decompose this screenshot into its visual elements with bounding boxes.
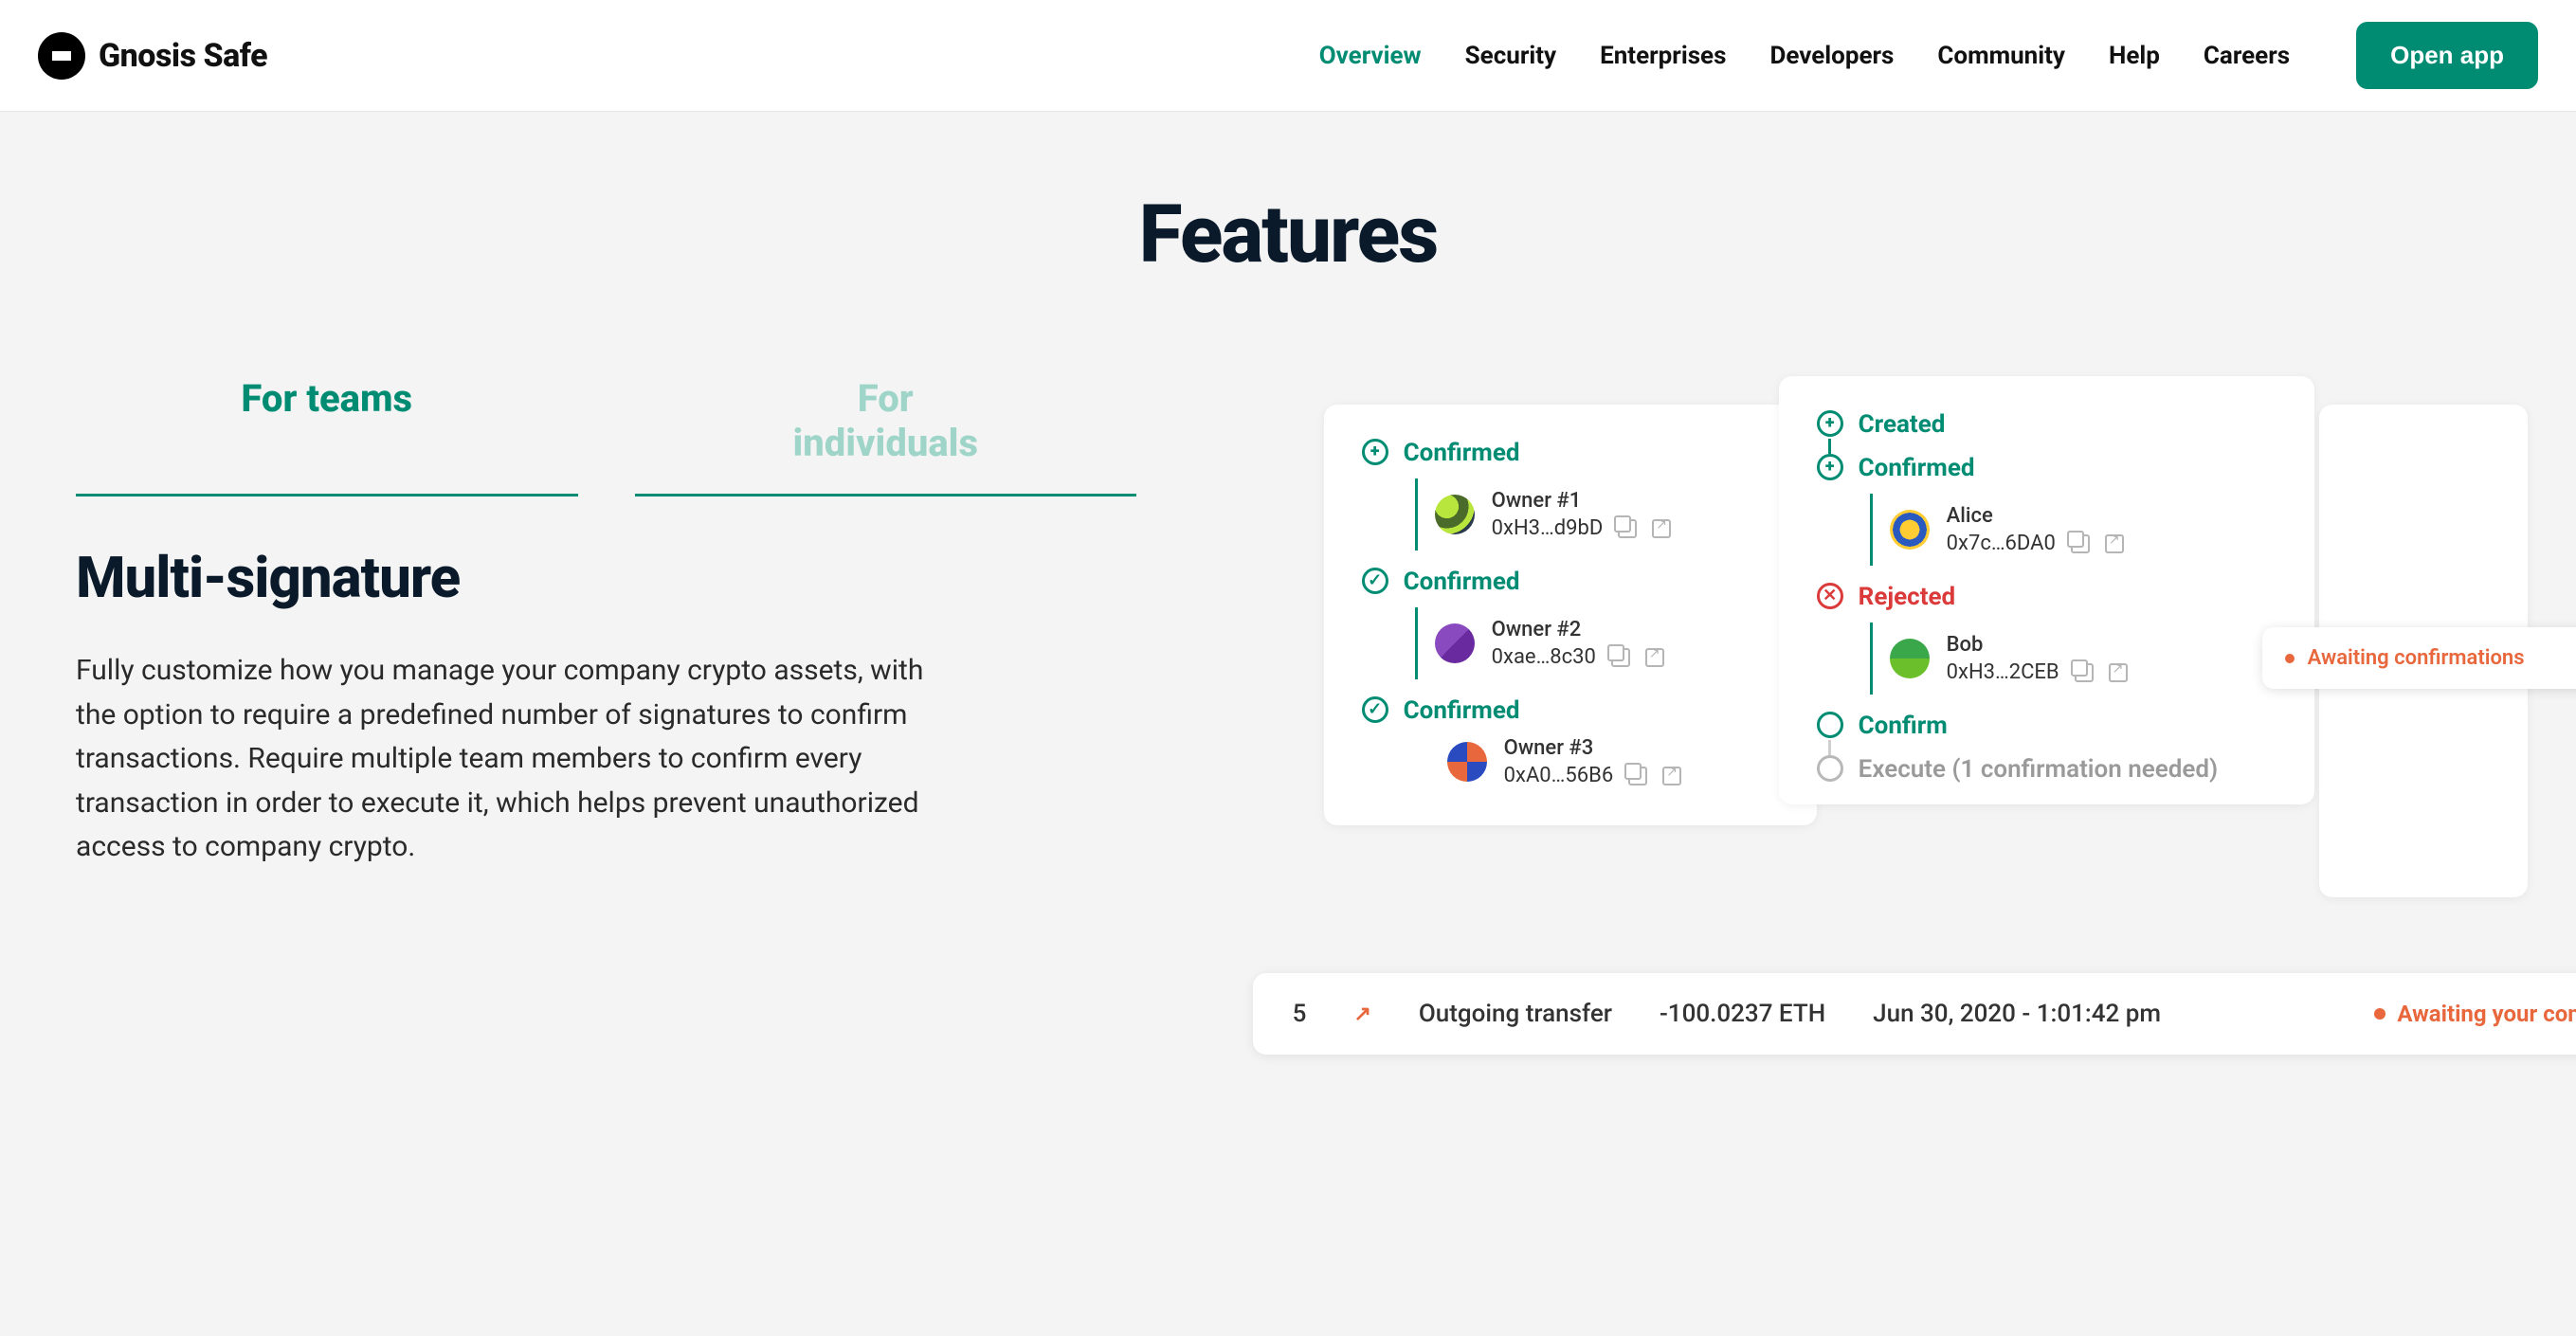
tx-amount: -100.0237 ETH bbox=[1660, 1000, 1825, 1028]
timeline-row: ✓ Confirmed bbox=[1362, 568, 1779, 596]
circle-icon bbox=[1817, 712, 1843, 738]
status-label: Execute (1 confirmation needed) bbox=[1859, 755, 2218, 784]
timeline-row: + Confirmed bbox=[1817, 454, 2277, 482]
outgoing-arrow-icon: ↗ bbox=[1353, 1002, 1370, 1026]
tx-type: Outgoing transfer bbox=[1419, 1000, 1612, 1028]
owner-address: 0xA0…56B6 bbox=[1504, 764, 1614, 787]
owner-block: Owner #1 0xH3…d9bD bbox=[1404, 478, 1779, 551]
external-link-icon[interactable] bbox=[1652, 519, 1671, 538]
confirmation-card-right: + Created + Confirmed Alice bbox=[1779, 376, 2314, 804]
plus-circle-icon: + bbox=[1362, 439, 1388, 465]
owner-block: Alice 0x7c…6DA0 bbox=[1859, 494, 2277, 566]
status-dot-icon bbox=[2285, 654, 2295, 663]
avatar bbox=[1890, 639, 1930, 678]
avatar bbox=[1435, 495, 1475, 534]
owner-block: Owner #2 0xae…8c30 bbox=[1404, 607, 1779, 679]
tx-status-text: Awaiting your confirmation bbox=[2397, 1001, 2576, 1027]
status-label: Rejected bbox=[1859, 583, 1956, 611]
status-label: Confirmed bbox=[1404, 568, 1520, 596]
timeline-row: + Created bbox=[1817, 410, 2277, 439]
external-link-icon[interactable] bbox=[1662, 767, 1681, 785]
transaction-row[interactable]: 5 ↗ Outgoing transfer -100.0237 ETH Jun … bbox=[1253, 973, 2576, 1055]
page-title: Features bbox=[76, 188, 2500, 281]
nav-community[interactable]: Community bbox=[1937, 42, 2065, 70]
logo-text: Gnosis Safe bbox=[99, 37, 267, 75]
nav-developers[interactable]: Developers bbox=[1769, 42, 1894, 70]
timeline-row: ✓ Confirmed bbox=[1362, 696, 1779, 725]
logo[interactable]: Gnosis Safe bbox=[38, 32, 267, 80]
top-nav: Overview Security Enterprises Developers… bbox=[1319, 22, 2538, 89]
confirmation-card-left: + Confirmed Owner #1 0xH3…d9bD bbox=[1324, 405, 1817, 825]
status-label: Confirmed bbox=[1404, 439, 1520, 467]
owner-name: Owner #3 bbox=[1504, 736, 1682, 760]
owner-name: Owner #1 bbox=[1492, 489, 1672, 513]
nav-help[interactable]: Help bbox=[2109, 42, 2160, 70]
owner-name: Bob bbox=[1947, 633, 2128, 657]
nav-careers[interactable]: Careers bbox=[2204, 42, 2290, 70]
avatar bbox=[1447, 742, 1487, 782]
owner-name: Owner #2 bbox=[1492, 618, 1664, 641]
status-label: Confirmed bbox=[1859, 454, 1975, 482]
tx-status: Awaiting your confirmation bbox=[2374, 1001, 2576, 1027]
circle-icon bbox=[1817, 755, 1843, 782]
status-label: Created bbox=[1859, 410, 1946, 439]
avatar bbox=[1435, 623, 1475, 663]
owner-address: 0x7c…6DA0 bbox=[1947, 532, 2056, 555]
check-circle-icon: ✓ bbox=[1362, 696, 1388, 723]
tab-for-individuals[interactable]: For individuals bbox=[635, 376, 1137, 496]
owner-name: Alice bbox=[1947, 504, 2124, 528]
x-circle-icon: ✕ bbox=[1817, 583, 1843, 609]
plus-circle-icon: + bbox=[1817, 454, 1843, 480]
nav-overview[interactable]: Overview bbox=[1319, 42, 1422, 70]
owner-address: 0xH3…d9bD bbox=[1492, 516, 1604, 540]
nav-enterprises[interactable]: Enterprises bbox=[1600, 42, 1726, 70]
check-circle-icon: ✓ bbox=[1362, 568, 1388, 594]
external-link-icon[interactable] bbox=[2105, 534, 2124, 553]
timeline-row: ✕ Rejected bbox=[1817, 583, 2277, 611]
avatar bbox=[1890, 510, 1930, 550]
external-link-icon[interactable] bbox=[2109, 663, 2128, 682]
copy-icon[interactable] bbox=[2075, 663, 2094, 682]
status-label: Confirmed bbox=[1404, 696, 1520, 725]
timeline-row: Confirm bbox=[1817, 712, 2277, 740]
copy-icon[interactable] bbox=[1611, 648, 1630, 667]
plus-circle-icon: + bbox=[1817, 410, 1843, 437]
owner-block: Bob 0xH3…2CEB bbox=[1859, 623, 2277, 695]
owner-address: 0xae…8c30 bbox=[1492, 645, 1596, 669]
banner-text: Awaiting confirmations bbox=[2308, 646, 2525, 670]
tx-id: 5 bbox=[1293, 1000, 1307, 1028]
timeline-row: + Confirmed bbox=[1362, 439, 1779, 467]
logo-icon bbox=[38, 32, 85, 80]
owner-block: Owner #3 0xA0…56B6 bbox=[1404, 736, 1779, 787]
feature-desc: Fully customize how you manage your comp… bbox=[76, 649, 967, 870]
nav-security[interactable]: Security bbox=[1465, 42, 1556, 70]
tab-for-teams[interactable]: For teams bbox=[76, 376, 578, 496]
timeline-row: Execute (1 confirmation needed) bbox=[1817, 755, 2277, 784]
open-app-button[interactable]: Open app bbox=[2356, 22, 2538, 89]
status-label: Confirm bbox=[1859, 712, 1948, 740]
status-dot-icon bbox=[2374, 1008, 2386, 1020]
copy-icon[interactable] bbox=[1628, 767, 1647, 785]
external-link-icon[interactable] bbox=[1645, 648, 1664, 667]
owner-address: 0xH3…2CEB bbox=[1947, 660, 2059, 684]
awaiting-confirmations-banner: Awaiting confirmations bbox=[2262, 627, 2576, 689]
copy-icon[interactable] bbox=[2071, 534, 2090, 553]
tx-date: Jun 30, 2020 - 1:01:42 pm bbox=[1873, 1000, 2161, 1028]
feature-title: Multi-signature bbox=[76, 544, 1191, 611]
copy-icon[interactable] bbox=[1618, 519, 1637, 538]
